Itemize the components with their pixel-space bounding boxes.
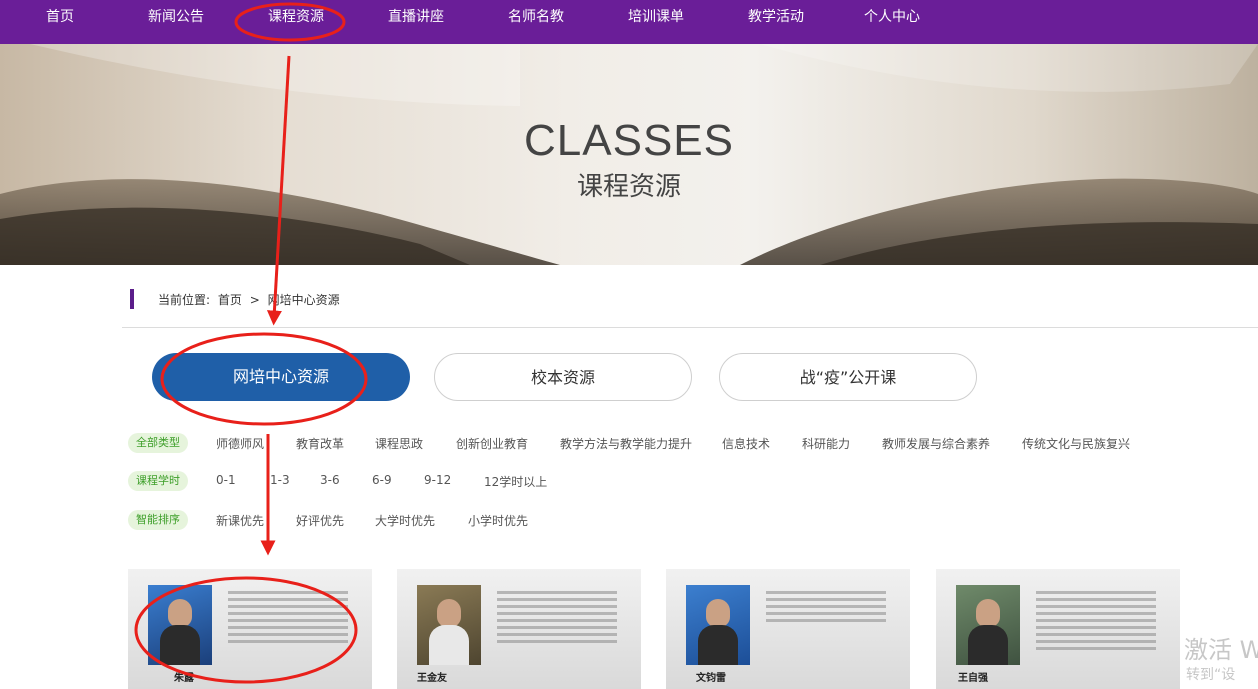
teacher-photo: [148, 585, 212, 665]
filter-row-hours: 课程学时 0-1 1-3 3-6 6-9 9-12 12学时以上: [128, 471, 628, 493]
course-card[interactable]: 王自强: [936, 569, 1180, 689]
teacher-name: 文钧雷: [696, 673, 726, 684]
teacher-name: 朱露: [174, 673, 194, 684]
nav-item-news[interactable]: 新闻公告: [148, 0, 204, 44]
breadcrumb-prefix: 当前位置:: [158, 293, 211, 307]
filter-option[interactable]: 信息技术: [722, 435, 770, 452]
course-description: [497, 591, 617, 647]
filter-tag-course-hours[interactable]: 课程学时: [128, 471, 188, 491]
breadcrumb-marker: [130, 289, 134, 309]
filter-tag-all-types[interactable]: 全部类型: [128, 433, 188, 453]
breadcrumb-home[interactable]: 首页: [218, 293, 242, 307]
tab-epidemic-open-class[interactable]: 战“疫”公开课: [719, 353, 977, 401]
nav-item-training[interactable]: 培训课单: [628, 0, 684, 44]
breadcrumb: 当前位置: 首页 > 网培中心资源: [158, 291, 344, 308]
activation-watermark-title: 激活 W: [1184, 636, 1258, 664]
course-description: [228, 591, 348, 647]
nav-item-activities[interactable]: 教学活动: [748, 0, 804, 44]
nav-item-profile[interactable]: 个人中心: [864, 0, 920, 44]
sort-option[interactable]: 新课优先: [216, 512, 264, 529]
nav-item-courses[interactable]: 课程资源: [268, 0, 324, 44]
filter-option[interactable]: 创新创业教育: [456, 435, 528, 452]
teacher-photo: [956, 585, 1020, 665]
nav-item-home[interactable]: 首页: [46, 0, 74, 44]
nav-item-live[interactable]: 直播讲座: [388, 0, 444, 44]
sort-option[interactable]: 好评优先: [296, 512, 344, 529]
teacher-name: 王自强: [958, 673, 988, 684]
tab-school-resources[interactable]: 校本资源: [434, 353, 692, 401]
breadcrumb-current: 网培中心资源: [267, 293, 340, 307]
course-card[interactable]: 王金友: [397, 569, 641, 689]
filter-option[interactable]: 12学时以上: [484, 473, 547, 490]
course-card[interactable]: 文钧雷: [666, 569, 910, 689]
filter-option[interactable]: 0-1: [216, 473, 236, 487]
filter-row-sort: 智能排序 新课优先 好评优先 大学时优先 小学时优先: [128, 510, 628, 532]
activation-watermark-subtitle: 转到“设: [1186, 667, 1236, 683]
filter-row-type: 全部类型 师德师风 教育改革 课程思政 创新创业教育 教学方法与教学能力提升 信…: [128, 433, 1248, 455]
filter-option[interactable]: 教育改革: [296, 435, 344, 452]
filter-option[interactable]: 师德师风: [216, 435, 264, 452]
filter-option[interactable]: 传统文化与民族复兴: [1022, 435, 1130, 452]
filter-option[interactable]: 教师发展与综合素养: [882, 435, 990, 452]
teacher-photo: [417, 585, 481, 665]
filter-option[interactable]: 教学方法与教学能力提升: [560, 435, 692, 452]
filter-option[interactable]: 课程思政: [375, 435, 423, 452]
banner: CLASSES 课程资源: [0, 44, 1258, 265]
teacher-name: 王金友: [417, 673, 447, 684]
filter-option[interactable]: 9-12: [424, 473, 451, 487]
divider: [122, 327, 1258, 328]
course-description: [1036, 591, 1156, 654]
course-card[interactable]: 朱露: [128, 569, 372, 689]
breadcrumb-separator: >: [249, 293, 260, 307]
sort-option[interactable]: 小学时优先: [468, 512, 528, 529]
filter-option[interactable]: 科研能力: [802, 435, 850, 452]
sort-option[interactable]: 大学时优先: [375, 512, 435, 529]
nav-item-teachers[interactable]: 名师名教: [508, 0, 564, 44]
filter-option[interactable]: 3-6: [320, 473, 340, 487]
filter-option[interactable]: 1-3: [270, 473, 290, 487]
banner-title-en: CLASSES: [524, 116, 734, 165]
filter-tag-smart-sort[interactable]: 智能排序: [128, 510, 188, 530]
tab-network-center[interactable]: 网培中心资源: [152, 353, 410, 401]
top-nav: 首页 新闻公告 课程资源 直播讲座 名师名教 培训课单 教学活动 个人中心: [0, 0, 1258, 44]
filter-option[interactable]: 6-9: [372, 473, 392, 487]
teacher-photo: [686, 585, 750, 665]
course-description: [766, 591, 886, 626]
banner-title-zh: 课程资源: [576, 172, 681, 202]
